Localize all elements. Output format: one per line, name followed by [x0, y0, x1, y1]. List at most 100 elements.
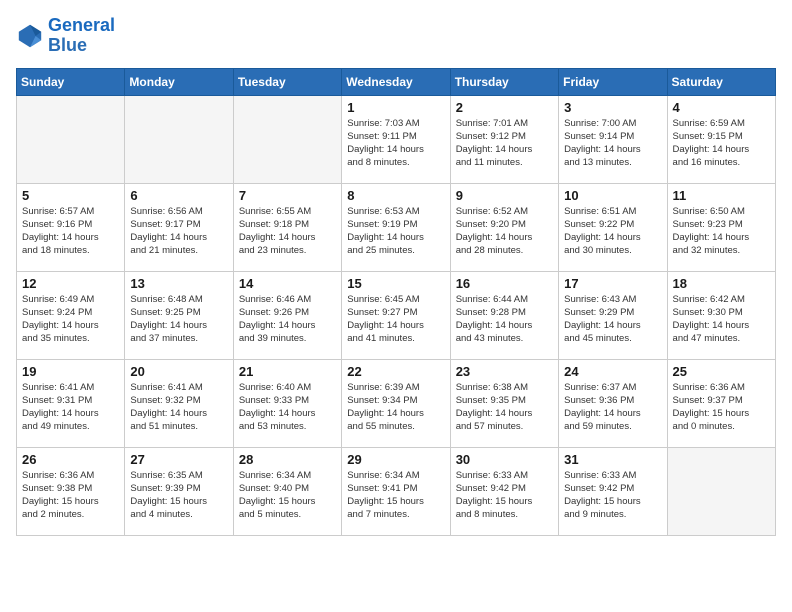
- calendar-cell: 20Sunrise: 6:41 AM Sunset: 9:32 PM Dayli…: [125, 359, 233, 447]
- day-info: Sunrise: 6:41 AM Sunset: 9:31 PM Dayligh…: [22, 381, 119, 434]
- day-number: 1: [347, 100, 444, 115]
- day-info: Sunrise: 7:03 AM Sunset: 9:11 PM Dayligh…: [347, 117, 444, 170]
- day-number: 10: [564, 188, 661, 203]
- calendar-cell: 17Sunrise: 6:43 AM Sunset: 9:29 PM Dayli…: [559, 271, 667, 359]
- calendar-cell: 14Sunrise: 6:46 AM Sunset: 9:26 PM Dayli…: [233, 271, 341, 359]
- day-info: Sunrise: 6:40 AM Sunset: 9:33 PM Dayligh…: [239, 381, 336, 434]
- day-number: 9: [456, 188, 553, 203]
- calendar-cell: 24 Sunrise: 6:37 AM Sunset: 9:36 PM Dayli…: [559, 359, 667, 447]
- day-number: 18: [673, 276, 770, 291]
- weekday-header-thursday: Thursday: [450, 68, 558, 95]
- calendar-cell: [125, 95, 233, 183]
- day-info: Sunrise: 6:38 AM Sunset: 9:35 PM Dayligh…: [456, 381, 553, 434]
- calendar-week-row: 19Sunrise: 6:41 AM Sunset: 9:31 PM Dayli…: [17, 359, 776, 447]
- calendar-cell: [17, 95, 125, 183]
- day-info: Sunrise: 6:53 AM Sunset: 9:19 PM Dayligh…: [347, 205, 444, 258]
- day-info: Sunrise: 6:56 AM Sunset: 9:17 PM Dayligh…: [130, 205, 227, 258]
- day-number: 26: [22, 452, 119, 467]
- calendar-cell: 13 Sunrise: 6:48 AM Sunset: 9:25 PM Dayli…: [125, 271, 233, 359]
- day-info: Sunrise: 6:35 AM Sunset: 9:39 PM Dayligh…: [130, 469, 227, 522]
- calendar-table: SundayMondayTuesdayWednesdayThursdayFrid…: [16, 68, 776, 536]
- day-number: 13: [130, 276, 227, 291]
- day-number: 15: [347, 276, 444, 291]
- day-number: 11: [673, 188, 770, 203]
- day-number: 21: [239, 364, 336, 379]
- day-number: 3: [564, 100, 661, 115]
- weekday-header-row: SundayMondayTuesdayWednesdayThursdayFrid…: [17, 68, 776, 95]
- calendar-cell: 27 Sunrise: 6:35 AM Sunset: 9:39 PM Dayli…: [125, 447, 233, 535]
- calendar-cell: 3 Sunrise: 7:00 AM Sunset: 9:14 PM Daylig…: [559, 95, 667, 183]
- weekday-header-saturday: Saturday: [667, 68, 775, 95]
- calendar-cell: 22 Sunrise: 6:39 AM Sunset: 9:34 PM Dayli…: [342, 359, 450, 447]
- logo-text: General Blue: [48, 16, 115, 56]
- calendar-cell: 25 Sunrise: 6:36 AM Sunset: 9:37 PM Dayli…: [667, 359, 775, 447]
- calendar-cell: 9 Sunrise: 6:52 AM Sunset: 9:20 PM Daylig…: [450, 183, 558, 271]
- day-number: 16: [456, 276, 553, 291]
- logo-icon: [16, 22, 44, 50]
- day-info: Sunrise: 6:42 AM Sunset: 9:30 PM Dayligh…: [673, 293, 770, 346]
- day-info: Sunrise: 6:52 AM Sunset: 9:20 PM Dayligh…: [456, 205, 553, 258]
- day-number: 2: [456, 100, 553, 115]
- weekday-header-monday: Monday: [125, 68, 233, 95]
- day-info: Sunrise: 6:55 AM Sunset: 9:18 PM Dayligh…: [239, 205, 336, 258]
- day-number: 31: [564, 452, 661, 467]
- day-info: Sunrise: 6:34 AM Sunset: 9:41 PM Dayligh…: [347, 469, 444, 522]
- weekday-header-sunday: Sunday: [17, 68, 125, 95]
- logo: General Blue: [16, 16, 115, 56]
- calendar-cell: 21 Sunrise: 6:40 AM Sunset: 9:33 PM Dayli…: [233, 359, 341, 447]
- day-number: 23: [456, 364, 553, 379]
- day-info: Sunrise: 6:41 AM Sunset: 9:32 PM Dayligh…: [130, 381, 227, 434]
- calendar-cell: 10 Sunrise: 6:51 AM Sunset: 9:22 PM Dayli…: [559, 183, 667, 271]
- day-info: Sunrise: 6:36 AM Sunset: 9:37 PM Dayligh…: [673, 381, 770, 434]
- calendar-cell: [667, 447, 775, 535]
- day-info: Sunrise: 6:44 AM Sunset: 9:28 PM Dayligh…: [456, 293, 553, 346]
- day-info: Sunrise: 6:51 AM Sunset: 9:22 PM Dayligh…: [564, 205, 661, 258]
- calendar-cell: 28Sunrise: 6:34 AM Sunset: 9:40 PM Dayli…: [233, 447, 341, 535]
- calendar-week-row: 26 Sunrise: 6:36 AM Sunset: 9:38 PM Dayli…: [17, 447, 776, 535]
- day-info: Sunrise: 6:59 AM Sunset: 9:15 PM Dayligh…: [673, 117, 770, 170]
- day-number: 25: [673, 364, 770, 379]
- calendar-cell: 1 Sunrise: 7:03 AM Sunset: 9:11 PM Daylig…: [342, 95, 450, 183]
- calendar-cell: 31 Sunrise: 6:33 AM Sunset: 9:42 PM Dayli…: [559, 447, 667, 535]
- calendar-cell: 15 Sunrise: 6:45 AM Sunset: 9:27 PM Dayli…: [342, 271, 450, 359]
- weekday-header-wednesday: Wednesday: [342, 68, 450, 95]
- day-number: 29: [347, 452, 444, 467]
- calendar-cell: 23 Sunrise: 6:38 AM Sunset: 9:35 PM Dayli…: [450, 359, 558, 447]
- calendar-cell: 4 Sunrise: 6:59 AM Sunset: 9:15 PM Daylig…: [667, 95, 775, 183]
- day-info: Sunrise: 6:34 AM Sunset: 9:40 PM Dayligh…: [239, 469, 336, 522]
- day-number: 22: [347, 364, 444, 379]
- calendar-week-row: 12 Sunrise: 6:49 AM Sunset: 9:24 PM Dayli…: [17, 271, 776, 359]
- day-number: 14: [239, 276, 336, 291]
- calendar-cell: [233, 95, 341, 183]
- calendar-cell: 2Sunrise: 7:01 AM Sunset: 9:12 PM Daylig…: [450, 95, 558, 183]
- day-info: Sunrise: 6:45 AM Sunset: 9:27 PM Dayligh…: [347, 293, 444, 346]
- day-number: 17: [564, 276, 661, 291]
- calendar-cell: 26 Sunrise: 6:36 AM Sunset: 9:38 PM Dayli…: [17, 447, 125, 535]
- day-number: 7: [239, 188, 336, 203]
- page-header: General Blue: [16, 16, 776, 56]
- day-info: Sunrise: 6:50 AM Sunset: 9:23 PM Dayligh…: [673, 205, 770, 258]
- day-info: Sunrise: 6:39 AM Sunset: 9:34 PM Dayligh…: [347, 381, 444, 434]
- day-info: Sunrise: 6:49 AM Sunset: 9:24 PM Dayligh…: [22, 293, 119, 346]
- day-number: 6: [130, 188, 227, 203]
- day-info: Sunrise: 6:37 AM Sunset: 9:36 PM Dayligh…: [564, 381, 661, 434]
- day-info: Sunrise: 6:33 AM Sunset: 9:42 PM Dayligh…: [564, 469, 661, 522]
- calendar-cell: 18 Sunrise: 6:42 AM Sunset: 9:30 PM Dayli…: [667, 271, 775, 359]
- day-info: Sunrise: 7:00 AM Sunset: 9:14 PM Dayligh…: [564, 117, 661, 170]
- calendar-cell: 7 Sunrise: 6:55 AM Sunset: 9:18 PM Daylig…: [233, 183, 341, 271]
- day-number: 4: [673, 100, 770, 115]
- day-info: Sunrise: 6:57 AM Sunset: 9:16 PM Dayligh…: [22, 205, 119, 258]
- calendar-cell: 8 Sunrise: 6:53 AM Sunset: 9:19 PM Daylig…: [342, 183, 450, 271]
- day-number: 8: [347, 188, 444, 203]
- day-number: 5: [22, 188, 119, 203]
- day-info: Sunrise: 6:48 AM Sunset: 9:25 PM Dayligh…: [130, 293, 227, 346]
- day-number: 30: [456, 452, 553, 467]
- day-info: Sunrise: 6:36 AM Sunset: 9:38 PM Dayligh…: [22, 469, 119, 522]
- weekday-header-tuesday: Tuesday: [233, 68, 341, 95]
- calendar-week-row: 5 Sunrise: 6:57 AM Sunset: 9:16 PM Daylig…: [17, 183, 776, 271]
- day-number: 24: [564, 364, 661, 379]
- day-number: 12: [22, 276, 119, 291]
- calendar-cell: 5 Sunrise: 6:57 AM Sunset: 9:16 PM Daylig…: [17, 183, 125, 271]
- day-number: 27: [130, 452, 227, 467]
- calendar-cell: 29 Sunrise: 6:34 AM Sunset: 9:41 PM Dayli…: [342, 447, 450, 535]
